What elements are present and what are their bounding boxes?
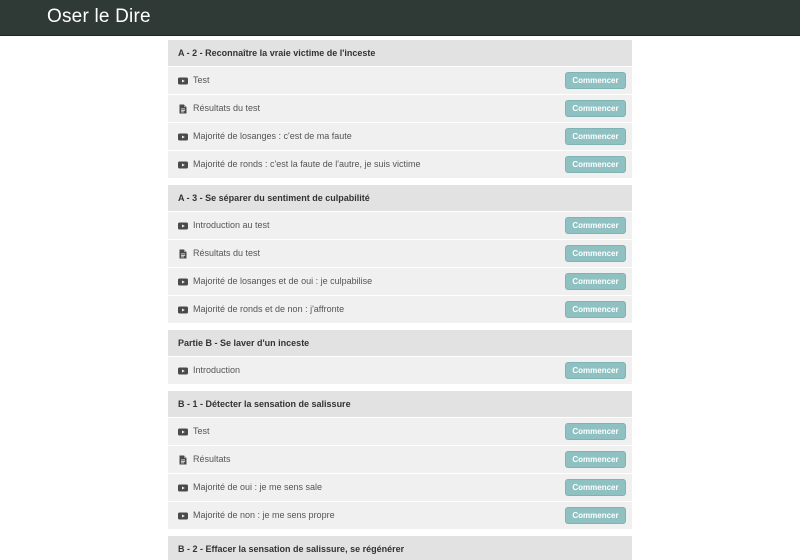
lecture-title[interactable]: Résultats bbox=[193, 446, 231, 473]
video-icon bbox=[178, 483, 188, 493]
lecture-title[interactable]: Test bbox=[193, 418, 210, 445]
lecture-title[interactable]: Majorité de oui : je me sens sale bbox=[193, 474, 322, 501]
start-lecture-button[interactable]: Commencer bbox=[565, 273, 626, 290]
video-icon bbox=[178, 427, 188, 437]
video-icon bbox=[178, 366, 188, 376]
start-lecture-button[interactable]: Commencer bbox=[565, 217, 626, 234]
start-lecture-button[interactable]: Commencer bbox=[565, 507, 626, 524]
start-lecture-button[interactable]: Commencer bbox=[565, 72, 626, 89]
lecture-title[interactable]: Majorité de ronds : c'est la faute de l'… bbox=[193, 151, 421, 178]
top-navbar: Oser le Dire bbox=[0, 0, 800, 36]
section-title: A - 3 - Se séparer du sentiment de culpa… bbox=[168, 185, 632, 211]
lecture-row[interactable]: Majorité de non : je me sens propre Comme… bbox=[168, 501, 632, 529]
lecture-row[interactable]: Majorité de ronds et de non : j'affronte… bbox=[168, 295, 632, 323]
curriculum-section: B - 2 - Effacer la sensation de salissur… bbox=[168, 536, 632, 560]
video-icon bbox=[178, 160, 188, 170]
lecture-row[interactable]: Majorité de losanges : c'est de ma faute… bbox=[168, 122, 632, 150]
lecture-title[interactable]: Majorité de losanges : c'est de ma faute bbox=[193, 123, 352, 150]
lecture-title[interactable]: Introduction bbox=[193, 357, 240, 384]
lecture-row[interactable]: Résultats Commencer bbox=[168, 445, 632, 473]
lecture-row[interactable]: Majorité de oui : je me sens sale Commenc… bbox=[168, 473, 632, 501]
curriculum-section: A - 3 - Se séparer du sentiment de culpa… bbox=[168, 185, 632, 323]
lecture-row[interactable]: Majorité de losanges et de oui : je culp… bbox=[168, 267, 632, 295]
video-icon bbox=[178, 277, 188, 287]
curriculum-section: B - 1 - Détecter la sensation de salissu… bbox=[168, 391, 632, 529]
lecture-row[interactable]: Majorité de ronds : c'est la faute de l'… bbox=[168, 150, 632, 178]
video-icon bbox=[178, 221, 188, 231]
video-icon bbox=[178, 305, 188, 315]
section-title: B - 2 - Effacer la sensation de salissur… bbox=[168, 536, 632, 560]
lecture-row[interactable]: Introduction Commencer bbox=[168, 356, 632, 384]
video-icon bbox=[178, 132, 188, 142]
document-icon bbox=[178, 104, 188, 114]
lecture-row[interactable]: Introduction au test Commencer bbox=[168, 211, 632, 239]
start-lecture-button[interactable]: Commencer bbox=[565, 156, 626, 173]
start-lecture-button[interactable]: Commencer bbox=[565, 451, 626, 468]
video-icon bbox=[178, 76, 188, 86]
lecture-title[interactable]: Majorité de non : je me sens propre bbox=[193, 502, 335, 529]
start-lecture-button[interactable]: Commencer bbox=[565, 100, 626, 117]
lecture-title[interactable]: Introduction au test bbox=[193, 212, 270, 239]
lecture-row[interactable]: Résultats du test Commencer bbox=[168, 94, 632, 122]
start-lecture-button[interactable]: Commencer bbox=[565, 301, 626, 318]
section-title: Partie B - Se laver d'un inceste bbox=[168, 330, 632, 356]
start-lecture-button[interactable]: Commencer bbox=[565, 362, 626, 379]
lecture-title[interactable]: Test bbox=[193, 67, 210, 94]
start-lecture-button[interactable]: Commencer bbox=[565, 245, 626, 262]
start-lecture-button[interactable]: Commencer bbox=[565, 128, 626, 145]
start-lecture-button[interactable]: Commencer bbox=[565, 479, 626, 496]
lecture-title[interactable]: Majorité de losanges et de oui : je culp… bbox=[193, 268, 372, 295]
section-title: B - 1 - Détecter la sensation de salissu… bbox=[168, 391, 632, 417]
document-icon bbox=[178, 455, 188, 465]
course-curriculum: A - 2 - Reconnaître la vraie victime de … bbox=[168, 40, 632, 560]
brand-logo[interactable]: Oser le Dire bbox=[47, 6, 151, 28]
video-icon bbox=[178, 511, 188, 521]
lecture-row[interactable]: Test Commencer bbox=[168, 66, 632, 94]
lecture-title[interactable]: Résultats du test bbox=[193, 240, 260, 267]
lecture-row[interactable]: Résultats du test Commencer bbox=[168, 239, 632, 267]
curriculum-section: A - 2 - Reconnaître la vraie victime de … bbox=[168, 40, 632, 178]
section-title: A - 2 - Reconnaître la vraie victime de … bbox=[168, 40, 632, 66]
curriculum-section: Partie B - Se laver d'un inceste Introduc… bbox=[168, 330, 632, 384]
lecture-title[interactable]: Résultats du test bbox=[193, 95, 260, 122]
lecture-title[interactable]: Majorité de ronds et de non : j'affronte bbox=[193, 296, 344, 323]
lecture-row[interactable]: Test Commencer bbox=[168, 417, 632, 445]
document-icon bbox=[178, 249, 188, 259]
start-lecture-button[interactable]: Commencer bbox=[565, 423, 626, 440]
